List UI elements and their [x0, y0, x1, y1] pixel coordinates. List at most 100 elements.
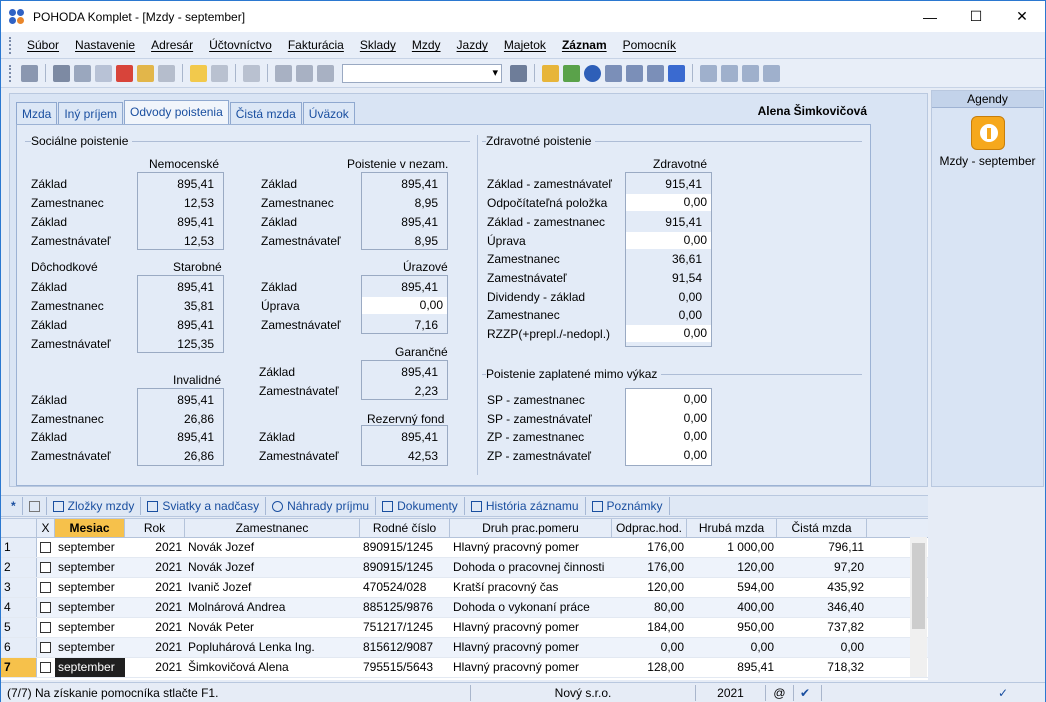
minimize-button[interactable]: — [907, 1, 953, 32]
tab-nahrady[interactable]: Náhrady príjmu [266, 497, 377, 515]
menu-nastavenie[interactable]: Nastavenie [67, 38, 143, 52]
table-row[interactable]: 4 september 2021 Molnárová Andrea 885125… [1, 598, 928, 618]
row-checkbox[interactable] [37, 598, 55, 617]
tab-iny-prijem[interactable]: Iný príjem [58, 102, 124, 124]
table-icon[interactable] [647, 64, 664, 82]
menu-majetok[interactable]: Majetok [496, 38, 554, 52]
label: Zamestnávateľ [31, 449, 111, 463]
col-druh[interactable]: Druh prac.pomeru [450, 519, 612, 537]
back-arrow-icon[interactable] [243, 64, 260, 82]
scrollbar-thumb[interactable] [912, 543, 925, 629]
filter-icon[interactable] [23, 497, 47, 515]
row-checkbox[interactable] [37, 538, 55, 557]
menu-zaznam[interactable]: Záznam [554, 38, 615, 52]
tab-dokumenty[interactable]: Dokumenty [376, 497, 465, 515]
quick-search-combo[interactable] [342, 63, 502, 83]
row-checkbox[interactable] [37, 578, 55, 597]
copy-icon[interactable] [317, 64, 334, 82]
menu-jazdy[interactable]: Jazdy [449, 38, 496, 52]
table-row[interactable]: 5 september 2021 Novák Peter 751217/1245… [1, 618, 928, 638]
tab-zlozky-mzdy[interactable]: Zložky mzdy [47, 497, 142, 515]
cell-odprac: 176,00 [647, 540, 684, 554]
filter-icon[interactable] [510, 64, 527, 82]
value: 895,41 [401, 177, 438, 191]
sp-zamestnavatel-input[interactable]: 0,00 [626, 410, 711, 427]
col-rodne-cislo[interactable]: Rodné číslo [360, 519, 450, 537]
email-icon[interactable] [158, 64, 175, 82]
table-row-selected[interactable]: 7 september 2021 Šimkovičová Alena 79551… [1, 658, 928, 678]
save-icon[interactable] [275, 64, 292, 82]
tab-sviatky[interactable]: Sviatky a nadčasy [141, 497, 267, 515]
cancel-icon[interactable] [296, 64, 313, 82]
menu-subor[interactable]: Súbor [19, 38, 67, 52]
row-checkbox[interactable] [37, 638, 55, 657]
table-row[interactable]: 6 september 2021 Popluhárová Lenka Ing. … [1, 638, 928, 658]
close-button[interactable]: ✕ [999, 1, 1045, 32]
message-icon[interactable] [700, 64, 717, 82]
euro-icon[interactable] [584, 64, 601, 82]
table-scrollbar[interactable] [910, 537, 927, 677]
exit-icon[interactable] [21, 64, 38, 82]
col-cista[interactable]: Čistá mzda [777, 519, 867, 537]
zp-zamestnanec-input[interactable]: 0,00 [626, 428, 711, 445]
maximize-button[interactable]: ☐ [953, 1, 999, 32]
col-mesiac[interactable]: Mesiac [55, 519, 125, 537]
list-icon[interactable] [721, 64, 738, 82]
col-zamestnanec[interactable]: Zamestnanec [185, 519, 360, 537]
tab-cista-mzda[interactable]: Čistá mzda [229, 102, 302, 124]
menu-fakturacia[interactable]: Fakturácia [280, 38, 352, 52]
agenda-item[interactable]: Mzdy - september [932, 154, 1043, 168]
folder-icon[interactable] [542, 64, 559, 82]
label: Zamestnanec [31, 412, 104, 426]
iban-icon[interactable] [668, 64, 685, 82]
menu-pomocnik[interactable]: Pomocník [615, 38, 684, 52]
menu-mzdy[interactable]: Mzdy [404, 38, 449, 52]
value: 7,16 [414, 318, 438, 332]
col-hruba[interactable]: Hrubá mzda [687, 519, 777, 537]
note-icon[interactable] [742, 64, 759, 82]
cell-mesiac: september [58, 620, 115, 634]
row-checkbox[interactable] [37, 558, 55, 577]
row-checkbox[interactable] [37, 658, 55, 677]
col-odprac[interactable]: Odprac.hod. [612, 519, 687, 537]
cell-cista: 0,00 [840, 640, 864, 654]
money-icon[interactable] [563, 64, 580, 82]
cell-zamestnanec: Novák Jozef [188, 540, 255, 554]
table-row[interactable]: 2 september 2021 Novák Jozef 890915/1245… [1, 558, 928, 578]
info-icon[interactable] [970, 116, 1005, 150]
tab-historia[interactable]: História záznamu [465, 497, 586, 515]
row-checkbox[interactable] [37, 618, 55, 637]
uprava-input[interactable]: 0,00 [626, 232, 711, 249]
table-row[interactable]: 3 september 2021 Ivanič Jozef 470524/028… [1, 578, 928, 598]
tab-mzda[interactable]: Mzda [16, 102, 58, 124]
edit-icon[interactable] [211, 64, 228, 82]
odpocitatelna-polozka-input[interactable]: 0,00 [626, 194, 711, 211]
urazove-uprava-input[interactable]: 0,00 [362, 297, 447, 314]
label: Zamestnanec [487, 252, 560, 266]
zp-zamestnavatel-input[interactable]: 0,00 [626, 447, 711, 464]
pdf-icon[interactable] [116, 64, 133, 82]
toolbar-separator [267, 64, 268, 82]
new-record-icon[interactable] [190, 64, 207, 82]
tab-poznamky[interactable]: Poznámky [586, 497, 670, 515]
menu-uctovnictvo[interactable]: Účtovníctvo [201, 38, 280, 52]
menu-adresar[interactable]: Adresár [143, 38, 201, 52]
cell-odprac: 80,00 [653, 600, 684, 614]
print-icon[interactable] [53, 64, 70, 82]
col-rok[interactable]: Rok [125, 519, 185, 537]
menu-sklady[interactable]: Sklady [352, 38, 404, 52]
tab-uvazok[interactable]: Úväzok [302, 102, 355, 124]
employee-name: Alena Šimkovičová [757, 104, 867, 118]
help-icon[interactable] [763, 64, 780, 82]
table-row[interactable]: 1 september 2021 Novák Jozef 890915/1245… [1, 538, 928, 558]
rzzp-input[interactable]: 0,00 [626, 325, 711, 342]
tab-odvody-poistenia[interactable]: Odvody poistenia [124, 100, 229, 124]
calendar-icon[interactable] [626, 64, 643, 82]
col-x[interactable]: X [37, 519, 55, 537]
calculator-icon[interactable] [605, 64, 622, 82]
sp-zamestnanec-input[interactable]: 0,00 [626, 391, 711, 408]
preview-icon[interactable] [95, 64, 112, 82]
asterisk-icon[interactable]: * [5, 497, 23, 515]
export-icon[interactable] [137, 64, 154, 82]
print-setup-icon[interactable] [74, 64, 91, 82]
